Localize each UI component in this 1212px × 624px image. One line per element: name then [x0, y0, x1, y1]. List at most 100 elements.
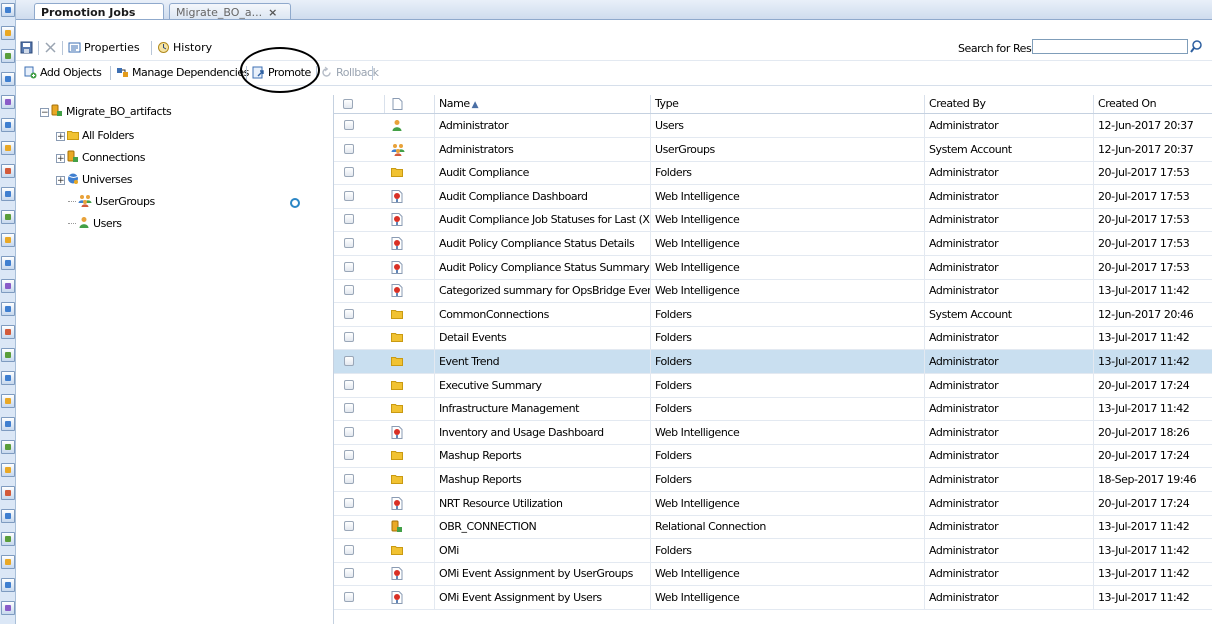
rail-button[interactable]: [1, 601, 15, 615]
rail-button[interactable]: [1, 49, 15, 63]
rail-button[interactable]: [1, 3, 15, 17]
tree-node-root[interactable]: − Migrate_BO_artifacts: [40, 104, 172, 120]
rail-button[interactable]: [1, 440, 15, 454]
rail-button[interactable]: [1, 532, 15, 546]
row-checkbox[interactable]: [344, 426, 354, 437]
history-button[interactable]: History: [157, 40, 212, 56]
rail-button[interactable]: [1, 256, 15, 270]
row-checkbox[interactable]: [344, 214, 354, 225]
properties-button[interactable]: Properties: [68, 40, 140, 56]
rollback-button[interactable]: Rollback: [320, 65, 379, 81]
rail-button[interactable]: [1, 555, 15, 569]
row-checkbox[interactable]: [344, 379, 354, 390]
rail-button[interactable]: [1, 371, 15, 385]
header-select-all[interactable]: [334, 95, 362, 113]
search-button[interactable]: [1190, 39, 1204, 54]
row-checkbox[interactable]: [344, 568, 354, 579]
rail-button[interactable]: [1, 325, 15, 339]
table-row[interactable]: Event Trend Folders Administrator 13-Jul-20…: [334, 350, 1212, 374]
header-name[interactable]: Name ▲: [434, 95, 650, 113]
row-checkbox[interactable]: [344, 238, 354, 248]
header-created-on[interactable]: Created On: [1093, 95, 1212, 113]
rail-button[interactable]: [1, 486, 15, 500]
header-type-icon[interactable]: [384, 95, 434, 113]
promote-button[interactable]: Promote: [252, 65, 311, 81]
expand-icon[interactable]: +: [56, 132, 65, 142]
table-row[interactable]: NRT Resource Utilization Web Intelligence…: [334, 491, 1212, 516]
table-row[interactable]: Inventory and Usage Dashboard Web Intelli…: [334, 420, 1212, 445]
header-type[interactable]: Type: [650, 95, 924, 113]
tree-node-connections[interactable]: + Connections: [56, 150, 145, 166]
rail-button[interactable]: [1, 348, 15, 362]
table-row[interactable]: Administrators UserGroups System Account 12…: [334, 137, 1212, 162]
table-row[interactable]: Mashup Reports Folders Administrator 20-Jul…: [334, 444, 1212, 469]
rail-button[interactable]: [1, 578, 15, 592]
rail-button[interactable]: [1, 187, 15, 201]
tab-migrate-bo[interactable]: Migrate_BO_a... ×: [169, 3, 291, 19]
row-checkbox[interactable]: [344, 356, 354, 366]
table-row[interactable]: OMi Event Assignment by Users Web Intelli…: [334, 586, 1212, 610]
rail-button[interactable]: [1, 233, 15, 247]
table-row[interactable]: Administrator Users Administrator 12-Jun-20…: [334, 114, 1212, 138]
rail-button[interactable]: [1, 118, 15, 132]
rail-button[interactable]: [1, 463, 15, 477]
close-icon[interactable]: ×: [268, 6, 277, 19]
checkbox[interactable]: [343, 99, 353, 109]
rail-button[interactable]: [1, 279, 15, 293]
save-button[interactable]: [20, 40, 36, 56]
table-row[interactable]: Infrastructure Management Folders Administ…: [334, 397, 1212, 422]
row-checkbox[interactable]: [344, 403, 354, 414]
table-row[interactable]: Mashup Reports Folders Administrator 18-Sep…: [334, 468, 1212, 492]
rail-button[interactable]: [1, 417, 15, 431]
row-checkbox[interactable]: [344, 285, 354, 296]
rail-button[interactable]: [1, 26, 15, 40]
rail-button[interactable]: [1, 95, 15, 109]
cell-name: OBR_CONNECTION: [434, 515, 650, 539]
rail-button[interactable]: [1, 141, 15, 155]
rail-button[interactable]: [1, 509, 15, 523]
row-checkbox[interactable]: [344, 120, 354, 130]
header-created-by[interactable]: Created By: [924, 95, 1093, 113]
row-checkbox[interactable]: [344, 592, 354, 602]
tab-promotion-jobs[interactable]: Promotion Jobs: [34, 3, 164, 19]
table-row[interactable]: OBR_CONNECTION Relational Connection Admin…: [334, 515, 1212, 540]
table-row[interactable]: Audit Compliance Job Statuses for Last (…: [334, 208, 1212, 233]
expand-icon[interactable]: +: [56, 154, 65, 164]
rail-button[interactable]: [1, 302, 15, 316]
collapse-icon[interactable]: −: [40, 108, 49, 118]
table-row[interactable]: CommonConnections Folders System Account 12…: [334, 302, 1212, 327]
table-row[interactable]: Audit Policy Compliance Status Details We…: [334, 232, 1212, 256]
row-checkbox[interactable]: [344, 261, 354, 272]
add-objects-button[interactable]: Add Objects: [24, 65, 102, 81]
row-checkbox[interactable]: [344, 190, 354, 201]
table-row[interactable]: OMi Folders Administrator 13-Jul-2017 11:42: [334, 538, 1212, 563]
row-checkbox[interactable]: [344, 497, 354, 508]
row-checkbox[interactable]: [344, 544, 354, 555]
tree-node-universes[interactable]: + Universes: [56, 172, 133, 188]
rail-button[interactable]: [1, 72, 15, 86]
tree-node-all-folders[interactable]: + All Folders: [56, 128, 134, 144]
row-checkbox[interactable]: [344, 308, 354, 319]
tree-node-usergroups[interactable]: UserGroups: [68, 194, 155, 210]
table-row[interactable]: Detail Events Folders Administrator 13-Jul-…: [334, 326, 1212, 351]
delete-button[interactable]: [44, 40, 60, 56]
row-checkbox[interactable]: [344, 450, 354, 461]
table-row[interactable]: Executive Summary Folders Administrator 20-…: [334, 373, 1212, 398]
table-row[interactable]: OMi Event Assignment by UserGroups Web In…: [334, 562, 1212, 587]
table-row[interactable]: Audit Compliance Dashboard Web Intelligen…: [334, 184, 1212, 209]
search-input[interactable]: [1032, 39, 1188, 54]
tree-node-users[interactable]: Users: [68, 216, 122, 232]
row-checkbox[interactable]: [344, 521, 354, 532]
row-checkbox[interactable]: [344, 474, 354, 484]
row-checkbox[interactable]: [344, 332, 354, 343]
expand-icon[interactable]: +: [56, 176, 65, 186]
row-checkbox[interactable]: [344, 143, 354, 154]
table-row[interactable]: Categorized summary for OpsBridge Events…: [334, 279, 1212, 304]
table-row[interactable]: Audit Policy Compliance Status Summary We…: [334, 255, 1212, 280]
table-row[interactable]: Audit Compliance Folders Administrator 20-J…: [334, 161, 1212, 186]
manage-dependencies-button[interactable]: Manage Dependencies: [116, 65, 249, 81]
rail-button[interactable]: [1, 210, 15, 224]
row-checkbox[interactable]: [344, 167, 354, 178]
rail-button[interactable]: [1, 394, 15, 408]
rail-button[interactable]: [1, 164, 15, 178]
